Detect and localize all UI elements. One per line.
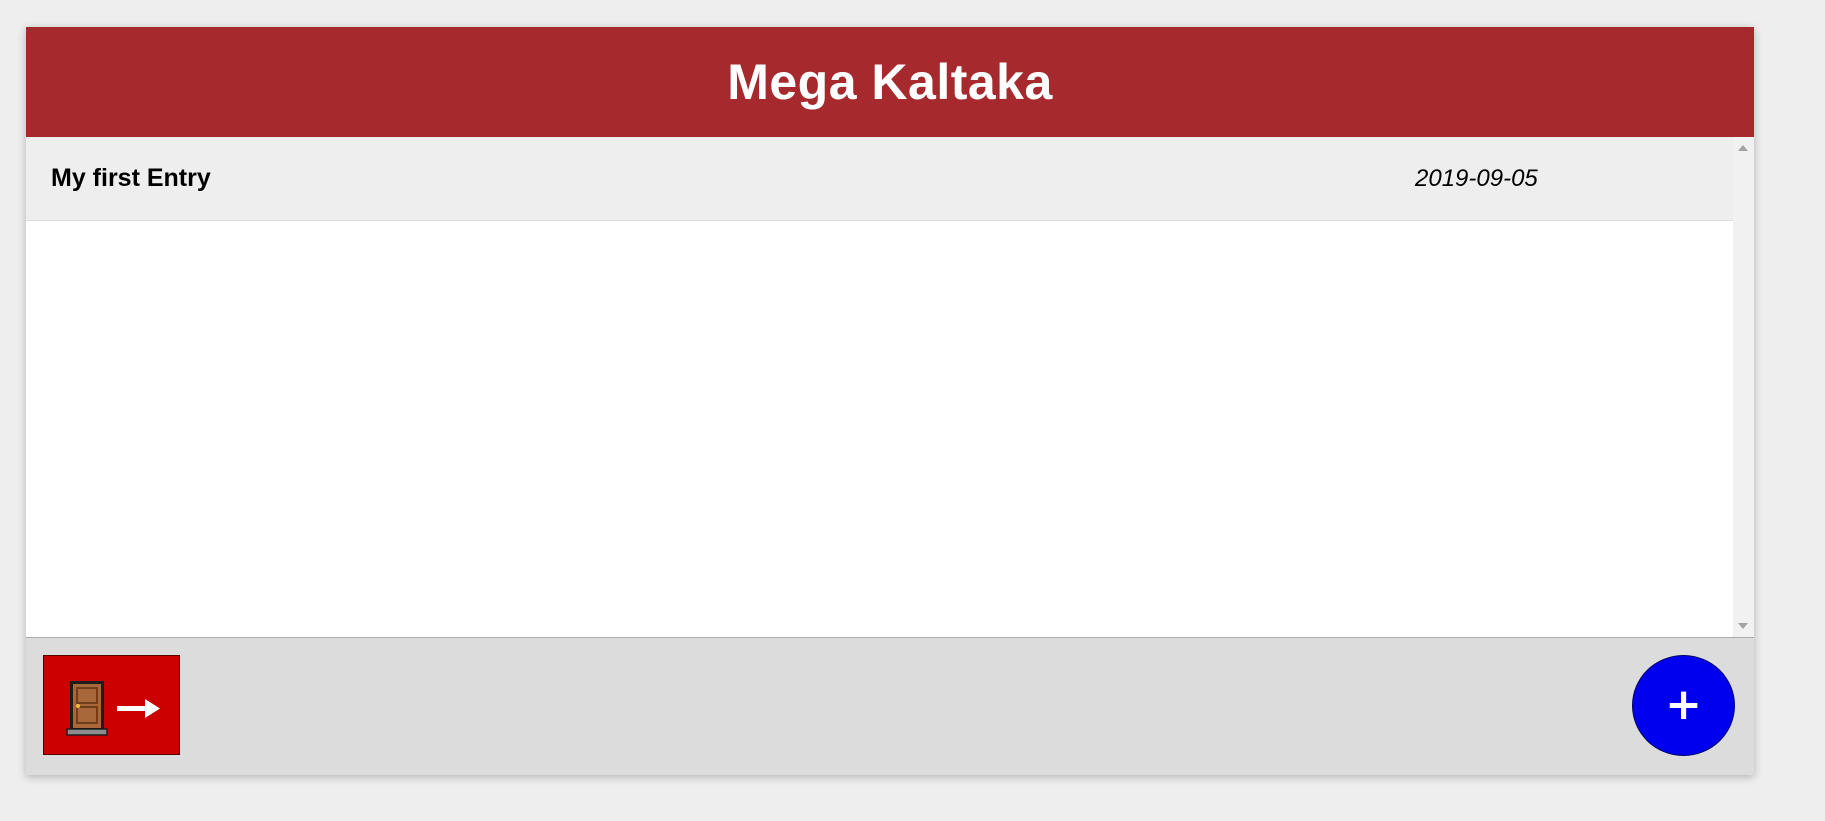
logout-button[interactable] [43,655,180,755]
entry-list: My first Entry 2019-09-05 [26,137,1754,637]
entry-title: My first Entry [51,164,211,192]
app-window: Mega Kaltaka My first Entry 2019-09-05 + [26,27,1754,775]
scroll-up-arrow-icon[interactable] [1738,145,1748,151]
door-icon [66,681,108,736]
app-title: Mega Kaltaka [727,54,1053,110]
entry-row[interactable]: My first Entry 2019-09-05 [26,137,1733,221]
app-header: Mega Kaltaka [26,27,1754,137]
vertical-scrollbar[interactable] [1733,137,1754,637]
footer-bar: + [26,637,1754,775]
plus-icon: + [1665,679,1702,730]
entry-date: 2019-09-05 [1415,165,1538,192]
right-arrow-icon [117,699,160,718]
scroll-down-arrow-icon[interactable] [1738,623,1748,629]
add-entry-button[interactable]: + [1632,655,1735,756]
